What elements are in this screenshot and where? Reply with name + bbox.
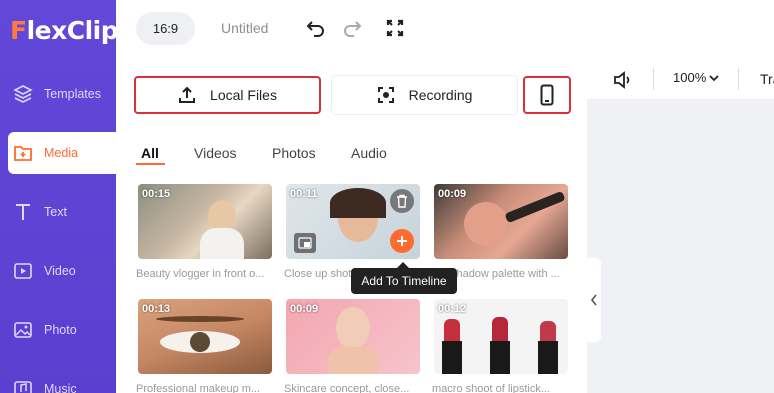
sidebar-item-templates[interactable]: Templates <box>8 73 116 115</box>
thumbnail-lipstick-case-3 <box>538 341 558 374</box>
duration-badge: 00:09 <box>438 188 467 200</box>
duration-badge: 00:09 <box>290 303 319 315</box>
thumbnail-palette <box>464 202 508 246</box>
logo-f: F <box>10 16 27 45</box>
thumbnail-hair <box>330 188 386 218</box>
fullscreen-icon[interactable] <box>383 16 407 40</box>
media-panel: Local Files Recording All Videos Photos … <box>116 60 587 393</box>
toolbar-divider <box>653 68 654 90</box>
media-caption: Professional makeup m... <box>136 383 261 393</box>
flexclip-logo[interactable]: FlexClip <box>10 16 119 45</box>
thumbnail-lipstick-case-2 <box>490 341 510 374</box>
music-icon <box>12 378 34 393</box>
thumbnail-lipstick-2 <box>492 317 508 341</box>
duration-badge: 00:11 <box>290 188 318 200</box>
toolbar-divider <box>738 68 739 90</box>
thumbnail-shoulders <box>328 347 378 374</box>
undo-icon[interactable] <box>304 16 328 40</box>
zoom-select[interactable]: 100% <box>673 70 719 85</box>
media-thumbnail-beauty-vlogger[interactable]: 00:15 <box>138 184 272 259</box>
flexclip-editor: FlexClip Templates Media Text Video Phot… <box>0 0 774 393</box>
text-icon <box>12 201 34 223</box>
local-files-button[interactable]: Local Files <box>134 76 321 114</box>
record-screen-icon <box>377 86 395 104</box>
chevron-left-icon <box>590 294 598 306</box>
sidebar-item-photo[interactable]: Photo <box>8 309 116 351</box>
media-caption: Beauty vlogger in front o... <box>136 268 265 280</box>
add-to-timeline-tooltip: Add To Timeline <box>351 262 457 294</box>
sidebar-item-media[interactable]: Media <box>8 132 116 174</box>
tab-all[interactable]: All <box>141 145 159 161</box>
duration-badge: 00:15 <box>142 188 171 200</box>
sidebar-item-label: Text <box>44 205 67 219</box>
collapse-panel-handle[interactable] <box>587 258 601 342</box>
redo-icon[interactable] <box>340 16 364 40</box>
media-caption: Close up shot <box>284 268 352 280</box>
media-thumbnail-lipstick[interactable]: 00:12 <box>434 299 568 374</box>
thumbnail-lipstick-case-1 <box>442 341 462 374</box>
trash-icon[interactable] <box>390 189 414 213</box>
preview-icon[interactable] <box>294 233 316 253</box>
media-thumbnail-skincare[interactable]: 00:09 <box>286 299 420 374</box>
logo-text: lexClip <box>26 16 119 45</box>
chevron-down-icon <box>709 74 719 82</box>
thumbnail-brow <box>156 316 244 322</box>
thumbnail-face <box>336 307 370 349</box>
recording-label: Recording <box>408 87 473 103</box>
sidebar-item-music[interactable]: Music <box>8 368 116 393</box>
sidebar-item-label: Media <box>44 146 79 160</box>
sidebar-item-text[interactable]: Text <box>8 191 116 233</box>
local-files-label: Local Files <box>210 87 277 103</box>
volume-icon[interactable] <box>613 71 633 89</box>
video-play-icon <box>12 260 34 282</box>
media-thumbnail-eyeshadow[interactable]: 00:09 <box>434 184 568 259</box>
layers-icon <box>12 83 34 105</box>
tab-photos[interactable]: Photos <box>272 145 316 161</box>
phone-icon <box>540 84 554 106</box>
tab-videos[interactable]: Videos <box>194 145 237 161</box>
sidebar-item-label: Video <box>44 264 76 278</box>
zoom-value: 100% <box>673 70 707 85</box>
sidebar: FlexClip Templates Media Text Video Phot… <box>0 0 119 393</box>
sidebar-item-label: Templates <box>44 87 101 101</box>
truncated-toolbar-label[interactable]: Tra <box>760 71 774 87</box>
thumbnail-lipstick-3 <box>540 321 556 341</box>
project-title[interactable]: Untitled <box>221 20 268 36</box>
recording-button[interactable]: Recording <box>332 76 517 114</box>
aspect-ratio-button[interactable]: 16:9 <box>136 12 195 45</box>
sidebar-item-video[interactable]: Video <box>8 250 116 292</box>
top-toolbar: 16:9 Untitled <box>116 0 774 60</box>
duration-badge: 00:13 <box>142 303 171 315</box>
phone-upload-button[interactable] <box>523 76 571 114</box>
duration-badge: 00:12 <box>438 303 467 315</box>
sidebar-item-label: Music <box>44 382 77 393</box>
thumbnail-iris <box>190 332 210 352</box>
preview-toolbar: 100% Tra <box>587 60 774 100</box>
upload-icon <box>178 86 196 104</box>
media-caption: macro shoot of lipstick... <box>432 383 550 393</box>
add-to-timeline-icon[interactable] <box>390 229 414 253</box>
sidebar-item-label: Photo <box>44 323 77 337</box>
thumbnail-figure-body <box>200 228 244 259</box>
thumbnail-brush <box>504 190 566 224</box>
tab-audio[interactable]: Audio <box>351 145 387 161</box>
photo-icon <box>12 319 34 341</box>
media-thumbnail-makeup[interactable]: 00:13 <box>138 299 272 374</box>
media-folder-icon <box>12 142 34 164</box>
media-thumbnail-close-up[interactable]: 00:11 <box>286 184 420 259</box>
active-tab-indicator <box>136 163 165 165</box>
thumbnail-lipstick-1 <box>444 319 460 341</box>
media-caption: Skincare concept, close... <box>284 383 410 393</box>
